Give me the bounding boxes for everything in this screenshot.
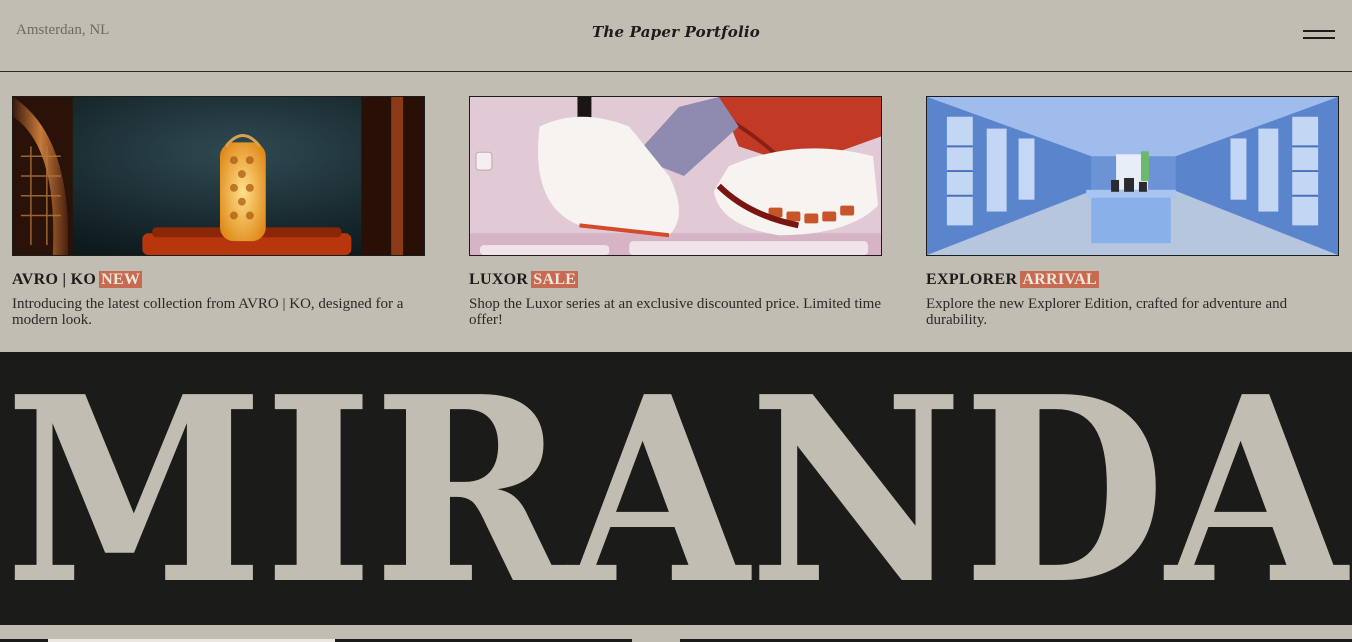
- hero-wordmark: MIRANDA: [5, 352, 1350, 625]
- hamburger-menu-icon[interactable]: [1302, 26, 1336, 44]
- card-explorer[interactable]: EXPLORER ARRIVAL Explore the new Explorer…: [926, 96, 1339, 328]
- card-avro-ko[interactable]: AVRO | KO NEW Introducing the latest coll…: [12, 96, 425, 328]
- card-title[interactable]: LUXOR SALE: [469, 271, 882, 289]
- product-cards: AVRO | KO NEW Introducing the latest coll…: [0, 96, 1352, 336]
- menu-line: [1303, 30, 1335, 32]
- card-description: Shop the Luxor series at an exclusive di…: [469, 296, 881, 328]
- card-title-text: AVRO | KO: [12, 271, 97, 288]
- arrival-badge: ARRIVAL: [1020, 271, 1100, 288]
- card-title-text: EXPLORER: [926, 271, 1018, 288]
- menu-line: [1303, 37, 1335, 39]
- card-title[interactable]: AVRO | KO NEW: [12, 271, 425, 289]
- bottom-strip: [0, 625, 1352, 642]
- card-title[interactable]: EXPLORER ARRIVAL: [926, 271, 1339, 289]
- brand-logo[interactable]: The Paper Portfolio: [0, 23, 1352, 41]
- lantern-interior-image[interactable]: [12, 96, 425, 256]
- sale-badge: SALE: [531, 271, 579, 288]
- sneakers-image[interactable]: [469, 96, 882, 256]
- card-luxor[interactable]: LUXOR SALE Shop the Luxor series at an ex…: [469, 96, 882, 328]
- card-description: Introducing the latest collection from A…: [12, 296, 404, 328]
- hero-banner: MIRANDA: [0, 352, 1352, 625]
- card-description: Explore the new Explorer Edition, crafte…: [926, 296, 1288, 328]
- new-badge: NEW: [99, 271, 143, 288]
- blue-store-interior-image[interactable]: [926, 96, 1339, 256]
- card-title-text: LUXOR: [469, 271, 529, 288]
- site-header: Amsterdan, NL The Paper Portfolio: [0, 0, 1352, 72]
